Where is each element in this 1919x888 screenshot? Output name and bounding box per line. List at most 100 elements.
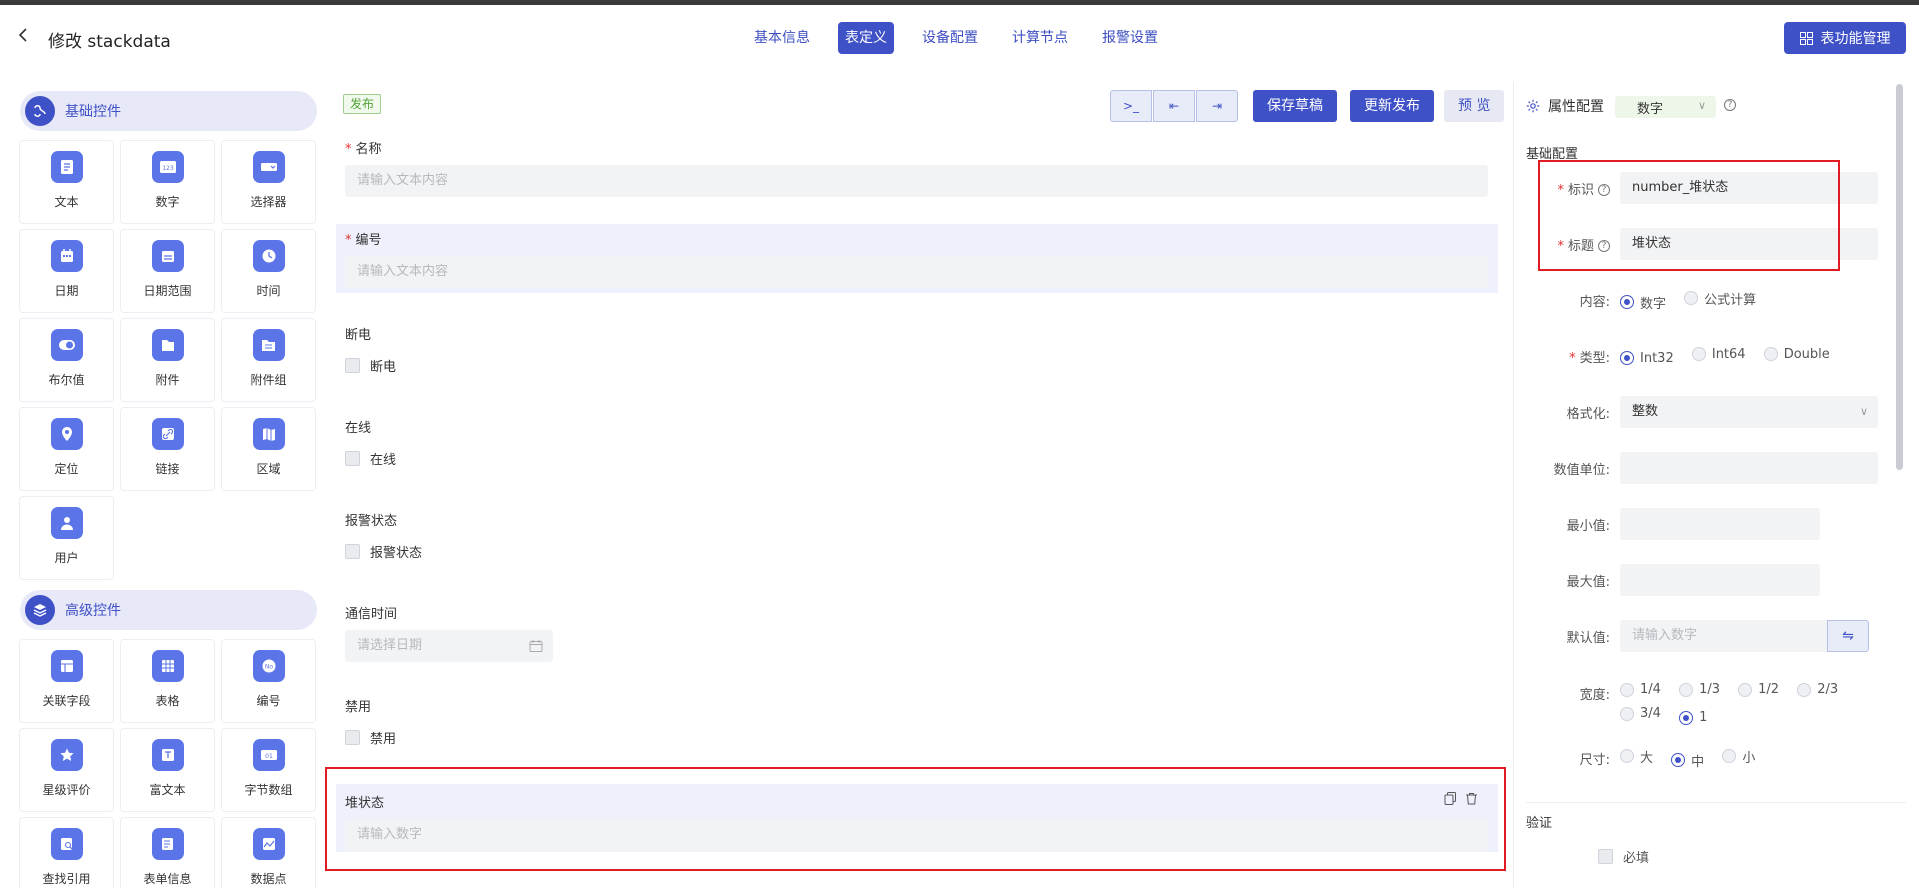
save-draft-button[interactable]: 保存草稿 (1253, 90, 1337, 122)
control-location[interactable]: 定位 (19, 407, 114, 491)
control-date[interactable]: 日期 (19, 229, 114, 313)
field-comm-time[interactable]: 通信时间 请选择日期 (345, 603, 1488, 662)
width-radio-3-4[interactable]: 3/4 (1620, 704, 1661, 724)
tab-bar: 基本信息 表定义 设备配置 计算节点 报警设置 (748, 22, 1186, 54)
tab-basic-info[interactable]: 基本信息 (748, 22, 816, 54)
advanced-controls-header[interactable]: 高级控件 (20, 590, 317, 630)
date-range-icon (151, 240, 184, 272)
field-online-label: 在线 (345, 421, 372, 436)
toolbar-icon-group: >_ ⇤ ⇥ (1110, 90, 1239, 122)
advanced-controls-icon (25, 595, 55, 625)
prop-row-unit: 数值单位: (1514, 452, 1919, 484)
disabled-checkbox[interactable] (345, 730, 360, 745)
name-input[interactable]: 请输入文本内容 (345, 165, 1488, 197)
prop-row-format: 格式化: 整数 ∨ (1514, 396, 1919, 428)
type-radio-int64[interactable]: Int64 (1691, 347, 1746, 362)
import-icon: ⇤ (1168, 99, 1180, 113)
field-alarm-status[interactable]: 报警状态 报警状态 (345, 510, 1488, 561)
field-code[interactable]: * 编号 请输入文本内容 (336, 224, 1498, 293)
width-radio-1[interactable]: 1 (1679, 708, 1707, 728)
control-data-point[interactable]: 数据点 (221, 817, 316, 888)
basic-controls-header[interactable]: 基础控件 (20, 91, 317, 131)
code-input[interactable]: 请输入文本内容 (345, 256, 1488, 288)
online-checkbox-label: 在线 (370, 453, 397, 468)
alarm-status-checkbox-label: 报警状态 (370, 546, 423, 561)
control-rich-text[interactable]: 富文本 (120, 728, 215, 812)
min-input[interactable] (1620, 508, 1820, 540)
control-form-info[interactable]: 表单信息 (120, 817, 215, 888)
prop-row-content: 内容: 数字 公式计算 (1514, 284, 1919, 316)
field-comm-time-label: 通信时间 (345, 607, 398, 622)
control-date-range[interactable]: 日期范围 (120, 229, 215, 313)
control-byte-array[interactable]: 01 字节数组 (221, 728, 316, 812)
calendar-icon (529, 640, 543, 652)
control-boolean[interactable]: 布尔值 (19, 318, 114, 402)
preview-button[interactable]: 预 览 (1444, 90, 1505, 122)
control-attachment-group[interactable]: 附件组 (221, 318, 316, 402)
content-radio-formula[interactable]: 公式计算 (1684, 289, 1756, 308)
field-disabled[interactable]: 禁用 禁用 (345, 696, 1488, 747)
basic-controls-grid: 文本 123 数字 选择器 日期 日期范围 时间 布尔值 附件 附件组 定位 链接… (19, 140, 324, 580)
tab-table-definition[interactable]: 表定义 (838, 22, 894, 54)
power-off-checkbox[interactable] (345, 358, 360, 373)
control-table[interactable]: 表格 (120, 639, 215, 723)
relation-field-icon (50, 650, 83, 682)
export-button[interactable]: ⇥ (1196, 90, 1238, 122)
help-icon[interactable]: ? (1724, 99, 1736, 111)
field-name[interactable]: * 名称 请输入文本内容 (345, 138, 1488, 197)
control-text[interactable]: 文本 (19, 140, 114, 224)
width-radio-1-2[interactable]: 1/2 (1738, 680, 1779, 700)
tab-device-config[interactable]: 设备配置 (916, 22, 984, 54)
control-user[interactable]: 用户 (19, 496, 114, 580)
content-radio-number[interactable]: 数字 (1620, 293, 1666, 312)
update-publish-button[interactable]: 更新发布 (1350, 90, 1434, 122)
format-select[interactable]: 整数 ∨ (1620, 396, 1878, 428)
table-function-manage-button[interactable]: 表功能管理 (1784, 22, 1906, 54)
field-type-select[interactable]: 数字 ∨ (1615, 96, 1716, 118)
size-radio-small[interactable]: 小 (1722, 747, 1755, 766)
byte-array-icon: 01 (252, 739, 285, 771)
swap-icon[interactable]: ⇋ (1827, 620, 1869, 652)
control-area[interactable]: 区域 (221, 407, 316, 491)
export-icon: ⇥ (1211, 99, 1223, 113)
control-select[interactable]: 选择器 (221, 140, 316, 224)
default-value-input[interactable]: 请输入数字 (1620, 620, 1827, 652)
highlight-box-id-title (1538, 160, 1840, 271)
width-radio-2-3[interactable]: 2/3 (1797, 680, 1838, 700)
prop-row-required: 必填 (1514, 840, 1919, 872)
size-radio-medium[interactable]: 中 (1671, 751, 1704, 770)
control-time[interactable]: 时间 (221, 229, 316, 313)
tab-alarm-settings[interactable]: 报警设置 (1096, 22, 1164, 54)
control-lookup[interactable]: 查找引用 (19, 817, 114, 888)
max-input[interactable] (1620, 564, 1820, 596)
control-link[interactable]: 链接 (120, 407, 215, 491)
user-icon (50, 507, 83, 539)
back-arrow-icon[interactable] (16, 27, 38, 49)
tab-compute-nodes[interactable]: 计算节点 (1006, 22, 1074, 54)
alarm-status-checkbox[interactable] (345, 544, 360, 559)
control-star-rating[interactable]: 星级评价 (19, 728, 114, 812)
required-checkbox[interactable] (1598, 848, 1613, 864)
property-panel-scrollbar[interactable] (1896, 84, 1903, 470)
grid-icon (1799, 31, 1813, 45)
size-radio-large[interactable]: 大 (1620, 747, 1653, 766)
width-radio-1-3[interactable]: 1/3 (1679, 680, 1720, 700)
terminal-icon: >_ (1122, 99, 1140, 113)
control-relation-field[interactable]: 关联字段 (19, 639, 114, 723)
online-checkbox[interactable] (345, 451, 360, 466)
control-number[interactable]: 123 数字 (120, 140, 215, 224)
prop-row-size: 尺寸: 大 中 小 (1514, 742, 1919, 774)
unit-input[interactable] (1620, 452, 1878, 484)
import-button[interactable]: ⇤ (1153, 90, 1195, 122)
text-icon (50, 151, 83, 183)
attachment-group-icon (252, 329, 285, 361)
comm-time-date-picker[interactable]: 请选择日期 (345, 630, 553, 662)
type-radio-double[interactable]: Double (1763, 347, 1830, 362)
field-power-off[interactable]: 断电 断电 (345, 324, 1488, 375)
field-online[interactable]: 在线 在线 (345, 417, 1488, 468)
type-radio-int32[interactable]: Int32 (1620, 351, 1674, 366)
control-attachment[interactable]: 附件 (120, 318, 215, 402)
width-radio-1-4[interactable]: 1/4 (1620, 680, 1661, 700)
code-view-button[interactable]: >_ (1110, 90, 1152, 122)
control-serial-number[interactable]: No 编号 (221, 639, 316, 723)
